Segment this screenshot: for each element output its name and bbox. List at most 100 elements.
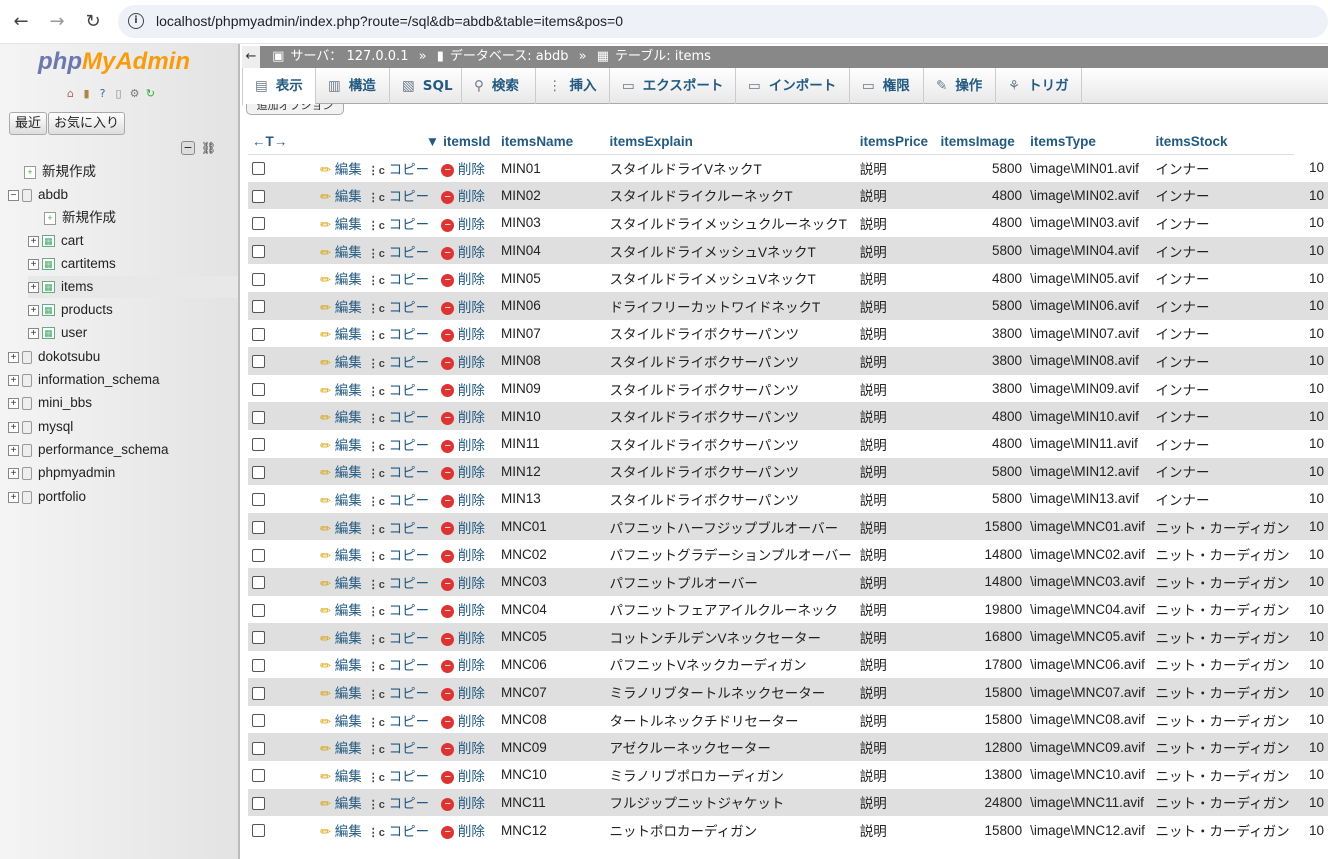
cell-items-image[interactable]: \image\MNC02.avif [1026,540,1152,568]
cell-items-price[interactable]: 5800 [936,154,1027,182]
crumb-table[interactable]: テーブル: items [615,49,711,64]
delete-link[interactable]: − 削除 [441,465,485,480]
cell-items-type[interactable]: ニット・カーディガン [1151,512,1294,541]
cell-items-id[interactable]: MNC01 [497,512,606,541]
row-checkbox[interactable] [252,520,265,534]
cell-items-price[interactable]: 5800 [936,291,1027,320]
delete-link[interactable]: − 削除 [441,438,485,453]
cell-items-image[interactable]: \image\MIN06.avif [1026,291,1152,320]
row-checkbox[interactable] [252,548,265,562]
column-header[interactable]: itemsPrice [855,130,937,155]
cell-items-stock[interactable]: 10 [1293,209,1328,237]
cell-items-type[interactable]: インナー [1151,319,1294,348]
cell-items-explain[interactable]: 説明 [855,236,937,265]
edit-link[interactable]: ✏ 編集 [320,217,362,232]
cell-items-type[interactable]: ニット・カーディガン [1151,540,1294,568]
copy-link[interactable]: ⋮c コピー [368,465,429,480]
cell-items-id[interactable]: MNC11 [497,788,606,817]
cell-items-name[interactable]: ミラノリブポロカーディガン [605,761,856,789]
recent-button[interactable]: 最近 [9,112,48,135]
crumb-server[interactable]: サーバ： 127.0.0.1 [290,49,408,64]
cell-items-stock[interactable]: 10 [1293,347,1328,375]
row-checkbox[interactable] [252,658,265,672]
cell-items-price[interactable]: 17800 [936,650,1027,679]
tree-db-dokotsubu[interactable]: + dokotsubu [8,346,100,368]
cell-items-stock[interactable]: 10 [1293,733,1328,762]
cell-items-id[interactable]: MNC08 [497,705,606,734]
tab-operations[interactable]: ✎ 操作 [924,68,996,104]
cell-items-name[interactable]: スタイルドライクルーネックT [605,181,856,210]
cell-items-image[interactable]: \image\MNC08.avif [1026,705,1152,734]
tab-insert[interactable]: ⋮ 挿入 [536,68,610,104]
cell-items-type[interactable]: ニット・カーディガン [1151,761,1294,789]
edit-link[interactable]: ✏ 編集 [320,493,362,508]
collapse-icon[interactable]: − [8,189,19,201]
cell-items-stock[interactable]: 10 [1293,567,1328,596]
delete-link[interactable]: − 削除 [441,300,485,315]
cell-items-image[interactable]: \image\MNC07.avif [1026,678,1152,706]
cell-items-name[interactable]: スタイルドライボクサーパンツ [605,347,856,375]
cell-items-name[interactable]: フルジップニットジャケット [605,788,856,817]
copy-link[interactable]: ⋮c コピー [368,824,429,839]
delete-link[interactable]: − 削除 [441,383,485,398]
edit-link[interactable]: ✏ 編集 [320,796,362,811]
cell-items-stock[interactable]: 10 [1293,705,1328,734]
cell-items-name[interactable]: スタイルドライVネックT [605,154,856,182]
delete-link[interactable]: − 削除 [441,769,485,784]
crumb-database[interactable]: データベース: abdb [450,49,569,64]
column-header[interactable]: itemsStock [1151,130,1294,155]
help-icon[interactable]: ? [95,86,110,101]
cell-items-image[interactable]: \image\MIN11.avif [1026,429,1152,458]
cell-items-stock[interactable]: 10 [1293,678,1328,706]
cell-items-explain[interactable]: 説明 [855,209,937,237]
edit-link[interactable]: ✏ 編集 [320,272,362,287]
cell-items-id[interactable]: MIN12 [497,457,606,486]
edit-link[interactable]: ✏ 編集 [320,300,362,315]
expand-icon[interactable]: + [28,281,39,293]
cell-items-image[interactable]: \image\MNC11.avif [1026,788,1152,817]
cell-items-type[interactable]: ニット・カーディガン [1151,705,1294,734]
cell-items-id[interactable]: MIN06 [497,291,606,320]
cell-items-id[interactable]: MIN10 [497,402,606,430]
copy-link[interactable]: ⋮c コピー [368,327,429,342]
cell-items-explain[interactable]: 説明 [855,540,937,568]
copy-link[interactable]: ⋮c コピー [368,383,429,398]
row-checkbox[interactable] [252,327,265,341]
delete-link[interactable]: − 削除 [441,493,485,508]
expand-icon[interactable]: + [28,258,39,270]
cell-items-type[interactable]: ニット・カーディガン [1151,788,1294,817]
edit-link[interactable]: ✏ 編集 [320,383,362,398]
tree-table-cart[interactable]: + ▦ cart [28,230,84,252]
cell-items-id[interactable]: MIN13 [497,485,606,513]
cell-items-explain[interactable]: 説明 [855,816,937,844]
cell-items-image[interactable]: \image\MNC12.avif [1026,816,1152,844]
expand-icon[interactable]: + [8,444,19,456]
expand-icon[interactable]: + [8,397,19,409]
copy-link[interactable]: ⋮c コピー [368,217,429,232]
delete-link[interactable]: − 削除 [441,686,485,701]
cell-items-image[interactable]: \image\MNC09.avif [1026,733,1152,762]
cell-items-type[interactable]: ニット・カーディガン [1151,650,1294,679]
cell-items-id[interactable]: MNC12 [497,816,606,844]
expand-icon[interactable]: + [8,374,19,386]
tree-table-items[interactable]: + ▦ items [28,276,238,298]
row-checkbox[interactable] [252,741,265,755]
cell-items-type[interactable]: ニット・カーディガン [1151,816,1294,844]
copy-link[interactable]: ⋮c コピー [368,245,429,260]
cell-items-name[interactable]: スタイルドライボクサーパンツ [605,485,856,513]
cell-items-type[interactable]: インナー [1151,402,1294,430]
delete-link[interactable]: − 削除 [441,272,485,287]
cell-items-type[interactable]: インナー [1151,236,1294,265]
cell-items-price[interactable]: 13800 [936,761,1027,789]
row-checkbox[interactable] [252,245,265,259]
edit-link[interactable]: ✏ 編集 [320,824,362,839]
column-header[interactable]: itemsId [439,130,498,155]
delete-link[interactable]: − 削除 [441,548,485,563]
cell-items-name[interactable]: スタイルドライメッシュVネックT [605,264,856,292]
tab-triggers[interactable]: ⚘ トリガ [996,68,1082,104]
row-checkbox[interactable] [252,189,265,203]
cell-items-image[interactable]: \image\MNC03.avif [1026,567,1152,596]
tree-table-user[interactable]: + ▦ user [28,322,87,344]
cell-items-id[interactable]: MNC02 [497,540,606,568]
cell-items-stock[interactable]: 10 [1293,816,1328,844]
